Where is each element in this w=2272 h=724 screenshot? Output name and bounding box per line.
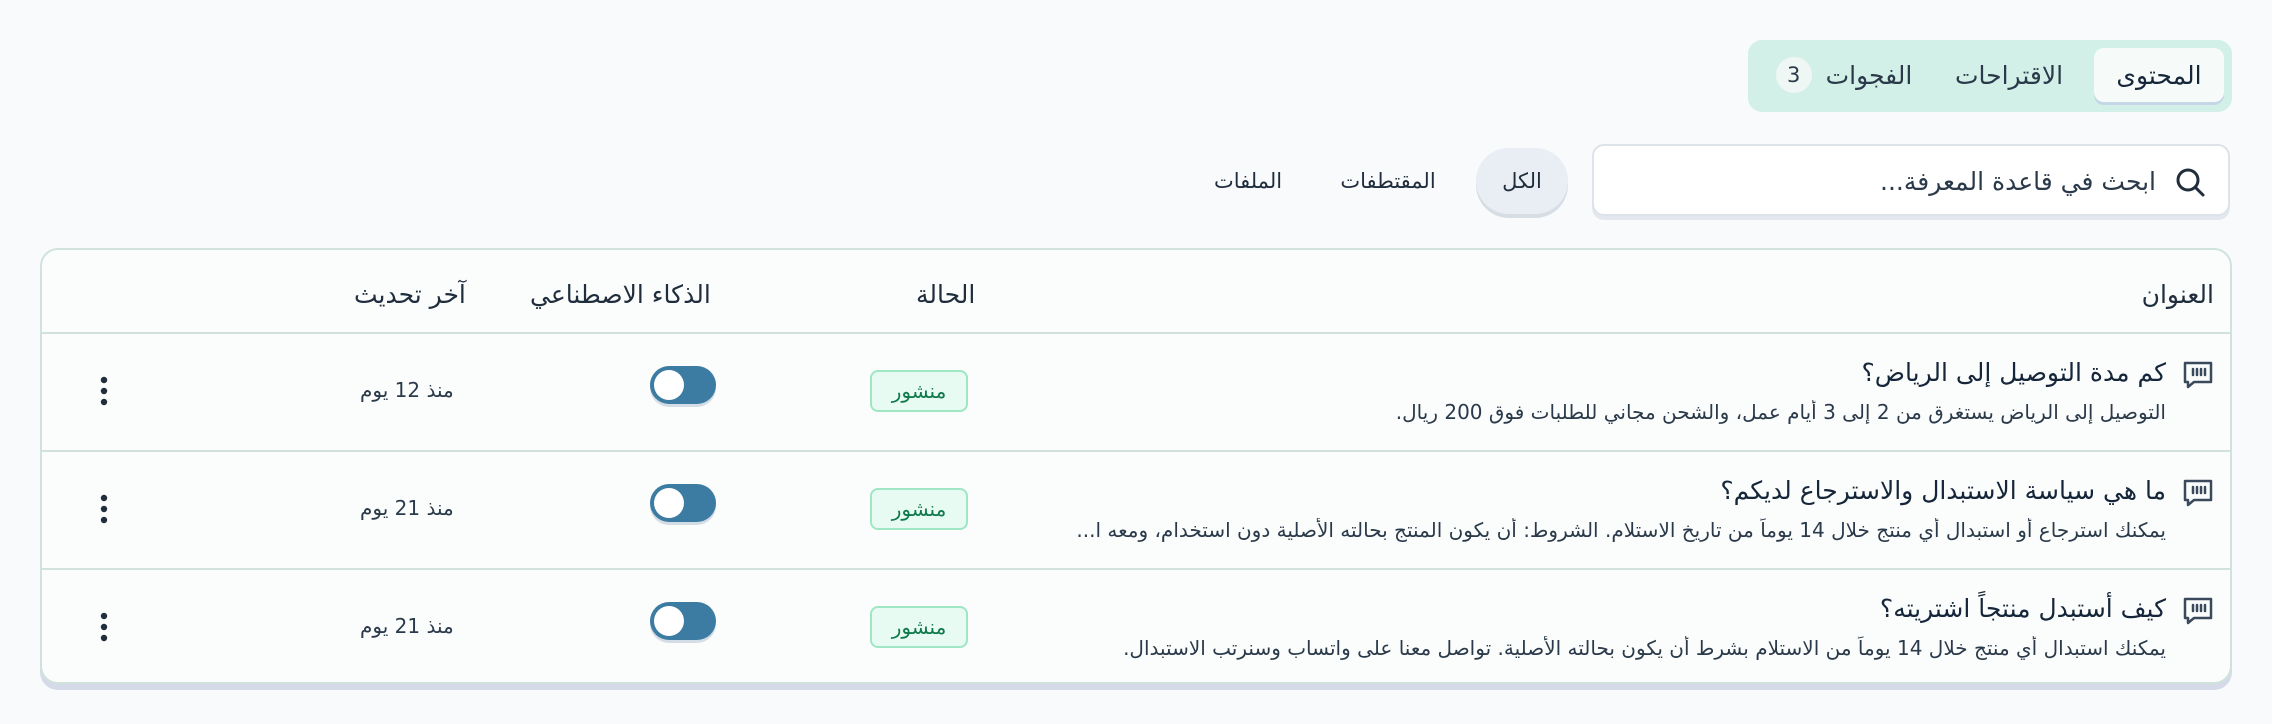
filter-all[interactable]: الكل: [1476, 148, 1568, 214]
tab-suggestions-label: الاقتراحات: [1954, 60, 2064, 90]
kebab-menu-icon[interactable]: [92, 374, 116, 408]
table-row[interactable]: ما هي سياسة الاستبدال والاسترجاع لديكم؟ …: [42, 452, 2230, 568]
tab-content-label: المحتوى: [2116, 60, 2202, 90]
filter-files[interactable]: الملفات: [1196, 148, 1300, 214]
ai-toggle[interactable]: [650, 366, 716, 404]
search-box[interactable]: [1592, 144, 2230, 216]
row-title[interactable]: كيف أستبدل منتجاً اشتريته؟: [1880, 594, 2166, 623]
status-badge: منشور: [870, 370, 968, 412]
quote-icon: [2183, 361, 2213, 389]
quote-icon: [2183, 597, 2213, 625]
gaps-count-badge: 3: [1775, 57, 1812, 93]
tab-gaps-label: الفجوات: [1825, 60, 1913, 90]
updated-date: منذ 12 يوم: [360, 378, 454, 402]
toggle-knob: [654, 370, 684, 400]
kebab-menu-icon[interactable]: [92, 492, 116, 526]
header-status: الحالة: [916, 280, 976, 309]
kebab-menu-icon[interactable]: [92, 610, 116, 644]
header-title: العنوان: [2141, 280, 2214, 309]
status-badge: منشور: [870, 606, 968, 648]
updated-date: منذ 21 يوم: [360, 614, 454, 638]
content-tabs: المحتوى الاقتراحات الفجوات 3: [1748, 40, 2232, 112]
status-badge: منشور: [870, 488, 968, 530]
filter-snippets-label: المقتطفات: [1340, 169, 1436, 193]
tab-suggestions[interactable]: الاقتراحات: [1934, 48, 2084, 102]
row-description: يمكنك استرجاع أو استبدال أي منتج خلال 14…: [1076, 518, 2166, 542]
quote-icon: [2183, 479, 2213, 507]
toggle-knob: [654, 488, 684, 518]
search-input[interactable]: [1634, 146, 2158, 216]
row-title[interactable]: كم مدة التوصيل إلى الرياض؟: [1862, 358, 2167, 387]
row-description: التوصيل إلى الرياض يستغرق من 2 إلى 3 أيا…: [1395, 400, 2166, 424]
table-row[interactable]: كم مدة التوصيل إلى الرياض؟ التوصيل إلى ا…: [42, 334, 2230, 450]
ai-toggle[interactable]: [650, 602, 716, 640]
tab-gaps[interactable]: الفجوات 3: [1756, 48, 1932, 102]
filter-all-label: الكل: [1502, 169, 1542, 193]
header-ai: الذكاء الاصطناعي: [530, 280, 711, 309]
knowledge-table: العنوان الحالة الذكاء الاصطناعي آخر تحدي…: [40, 248, 2232, 684]
search-icon: [2176, 168, 2205, 197]
filter-snippets[interactable]: المقتطفات: [1320, 148, 1456, 214]
header-updated: آخر تحديث: [354, 280, 466, 309]
tab-content[interactable]: المحتوى: [2094, 48, 2224, 102]
filter-files-label: الملفات: [1213, 169, 1283, 193]
toggle-knob: [654, 606, 684, 636]
row-title[interactable]: ما هي سياسة الاستبدال والاسترجاع لديكم؟: [1720, 476, 2166, 505]
table-row[interactable]: كيف أستبدل منتجاً اشتريته؟ يمكنك استبدال…: [42, 570, 2230, 686]
ai-toggle[interactable]: [650, 484, 716, 522]
updated-date: منذ 21 يوم: [360, 496, 454, 520]
row-description: يمكنك استبدال أي منتج خلال 14 يوماً من ا…: [1123, 636, 2166, 660]
